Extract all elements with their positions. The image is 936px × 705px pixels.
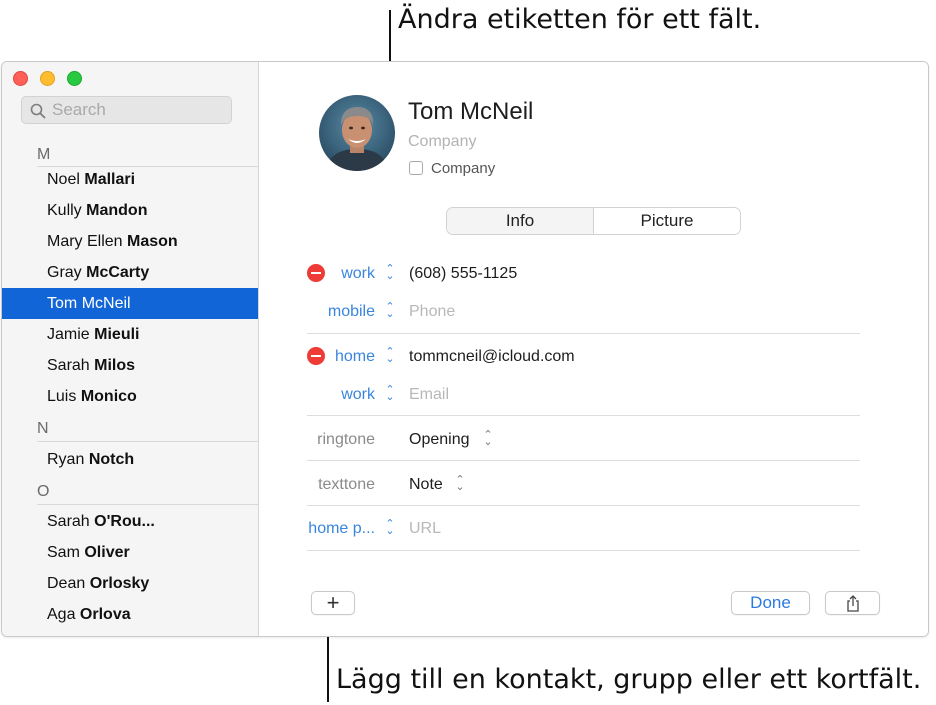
url-input[interactable]: URL xyxy=(409,520,441,538)
contact-first-name: Mary Ellen xyxy=(47,233,123,250)
chevron-updown-icon[interactable]: ⌃ ⌄ xyxy=(385,264,395,282)
contact-first-name: Gray xyxy=(47,264,82,281)
contact-last-name: Oliver xyxy=(84,544,130,561)
contact-row[interactable]: Luis Monico xyxy=(2,381,258,412)
first-name[interactable]: Tom xyxy=(408,98,453,125)
contact-first-name: Sam xyxy=(47,544,80,561)
contact-first-name: Kully xyxy=(47,202,82,219)
contact-last-name: Mallari xyxy=(84,171,136,188)
contact-first-name: Noel xyxy=(47,171,80,188)
chevron-updown-icon[interactable]: ⌃ ⌄ xyxy=(483,430,493,448)
share-button[interactable] xyxy=(825,591,880,615)
section-divider xyxy=(37,504,258,505)
zoom-window-button[interactable] xyxy=(67,71,82,86)
avatar-photo xyxy=(319,95,395,171)
contact-first-name: Jamie xyxy=(47,326,90,343)
tab-info[interactable]: Info xyxy=(447,208,594,234)
done-button[interactable]: Done xyxy=(731,591,810,615)
delete-phone-button[interactable] xyxy=(307,264,325,282)
chevron-updown-icon[interactable]: ⌃ ⌄ xyxy=(385,302,395,320)
field-divider xyxy=(307,505,860,506)
section-header-m: M xyxy=(37,146,51,163)
company-field[interactable]: Company xyxy=(408,133,476,151)
texttone-value[interactable]: Note xyxy=(409,476,443,494)
search-field[interactable] xyxy=(21,96,232,124)
company-checkbox-label: Company xyxy=(431,160,496,177)
contact-last-name: Mandon xyxy=(86,202,148,219)
contact-last-name: Orlova xyxy=(79,606,131,623)
phone-mobile-label[interactable]: mobile xyxy=(328,303,375,321)
contact-row[interactable]: Sarah O'Rou... xyxy=(2,506,258,537)
contact-full-name[interactable]: Tom McNeil xyxy=(408,98,533,126)
share-icon xyxy=(846,594,859,612)
contact-last-name: Notch xyxy=(88,451,135,468)
contact-last-name: Mieuli xyxy=(94,326,140,343)
field-divider xyxy=(307,333,860,334)
contact-row[interactable]: Gray McCarty xyxy=(2,257,258,288)
phone-mobile-input[interactable]: Phone xyxy=(409,303,455,321)
contact-first-name: Ryan xyxy=(47,451,85,468)
contact-row[interactable]: Mary Ellen Mason xyxy=(2,226,258,257)
last-name[interactable]: McNeil xyxy=(460,98,533,125)
ringtone-value[interactable]: Opening xyxy=(409,431,470,449)
contact-row[interactable]: Sam Oliver xyxy=(2,537,258,568)
field-divider xyxy=(307,415,860,416)
contact-last-name: Mason xyxy=(127,233,178,250)
section-divider xyxy=(37,441,258,442)
contacts-window: M Noel Mallari Kully Mandon Mary Ellen M… xyxy=(1,61,929,637)
contact-row[interactable]: Ryan Notch xyxy=(2,444,258,475)
minimize-window-button[interactable] xyxy=(40,71,55,86)
contact-first-name: Aga xyxy=(47,606,76,623)
contact-row-selected[interactable]: Tom McNeil xyxy=(2,288,258,319)
search-input[interactable] xyxy=(52,100,222,120)
contact-first-name: Tom xyxy=(47,295,78,312)
contact-row[interactable]: Noel Mallari xyxy=(2,164,258,195)
add-button[interactable]: + xyxy=(311,590,355,615)
contact-first-name: Luis xyxy=(47,388,77,405)
contact-first-name: Sarah xyxy=(47,357,90,374)
contact-last-name: Orlosky xyxy=(89,575,150,592)
info-picture-segmented-control: Info Picture xyxy=(446,207,741,235)
contact-last-name: O'Rou... xyxy=(94,513,155,530)
section-header-n: N xyxy=(37,420,49,437)
chevron-updown-icon[interactable]: ⌃ ⌄ xyxy=(455,475,465,493)
plus-icon: + xyxy=(326,590,340,615)
texttone-label: texttone xyxy=(318,476,375,493)
chevron-updown-icon[interactable]: ⌃ ⌄ xyxy=(385,385,395,403)
contact-card: Tom McNeil Company Company Info Picture … xyxy=(259,62,928,636)
contact-row[interactable]: Sarah Milos xyxy=(2,350,258,381)
callout-add: Lägg till en kontakt, grupp eller ett ko… xyxy=(336,664,922,695)
contact-row[interactable]: Jamie Mieuli xyxy=(2,319,258,350)
search-icon xyxy=(30,103,46,119)
contact-row[interactable]: Kully Mandon xyxy=(2,195,258,226)
phone-work-label[interactable]: work xyxy=(341,265,375,283)
contact-first-name: Sarah xyxy=(47,513,90,530)
contact-last-name: Monico xyxy=(80,388,137,405)
sidebar: M Noel Mallari Kully Mandon Mary Ellen M… xyxy=(2,62,259,636)
contact-last-name: McNeil xyxy=(81,295,131,312)
close-window-button[interactable] xyxy=(13,71,28,86)
email-home-label[interactable]: home xyxy=(335,348,375,366)
tab-picture[interactable]: Picture xyxy=(594,208,740,234)
callout-change-label: Ändra etiketten för ett fält. xyxy=(398,4,762,35)
email-work-input[interactable]: Email xyxy=(409,386,449,404)
contact-last-name: Milos xyxy=(94,357,136,374)
contact-row[interactable]: Aga Orlova xyxy=(2,599,258,630)
ringtone-label: ringtone xyxy=(317,431,375,448)
avatar[interactable] xyxy=(319,95,395,171)
section-header-o: O xyxy=(37,483,50,500)
email-home-value[interactable]: tommcneil@icloud.com xyxy=(409,348,575,366)
contact-row[interactable]: Dean Orlosky xyxy=(2,568,258,599)
chevron-updown-icon[interactable]: ⌃ ⌄ xyxy=(385,519,395,537)
url-label[interactable]: home p... xyxy=(308,520,375,538)
company-checkbox[interactable] xyxy=(409,161,423,175)
field-divider xyxy=(307,460,860,461)
delete-email-button[interactable] xyxy=(307,347,325,365)
phone-work-value[interactable]: (608) 555-1125 xyxy=(409,265,517,283)
contact-first-name: Dean xyxy=(47,575,86,592)
contact-last-name: McCarty xyxy=(86,264,150,281)
email-work-label[interactable]: work xyxy=(341,386,375,404)
chevron-updown-icon[interactable]: ⌃ ⌄ xyxy=(385,347,395,365)
field-divider xyxy=(307,550,860,551)
